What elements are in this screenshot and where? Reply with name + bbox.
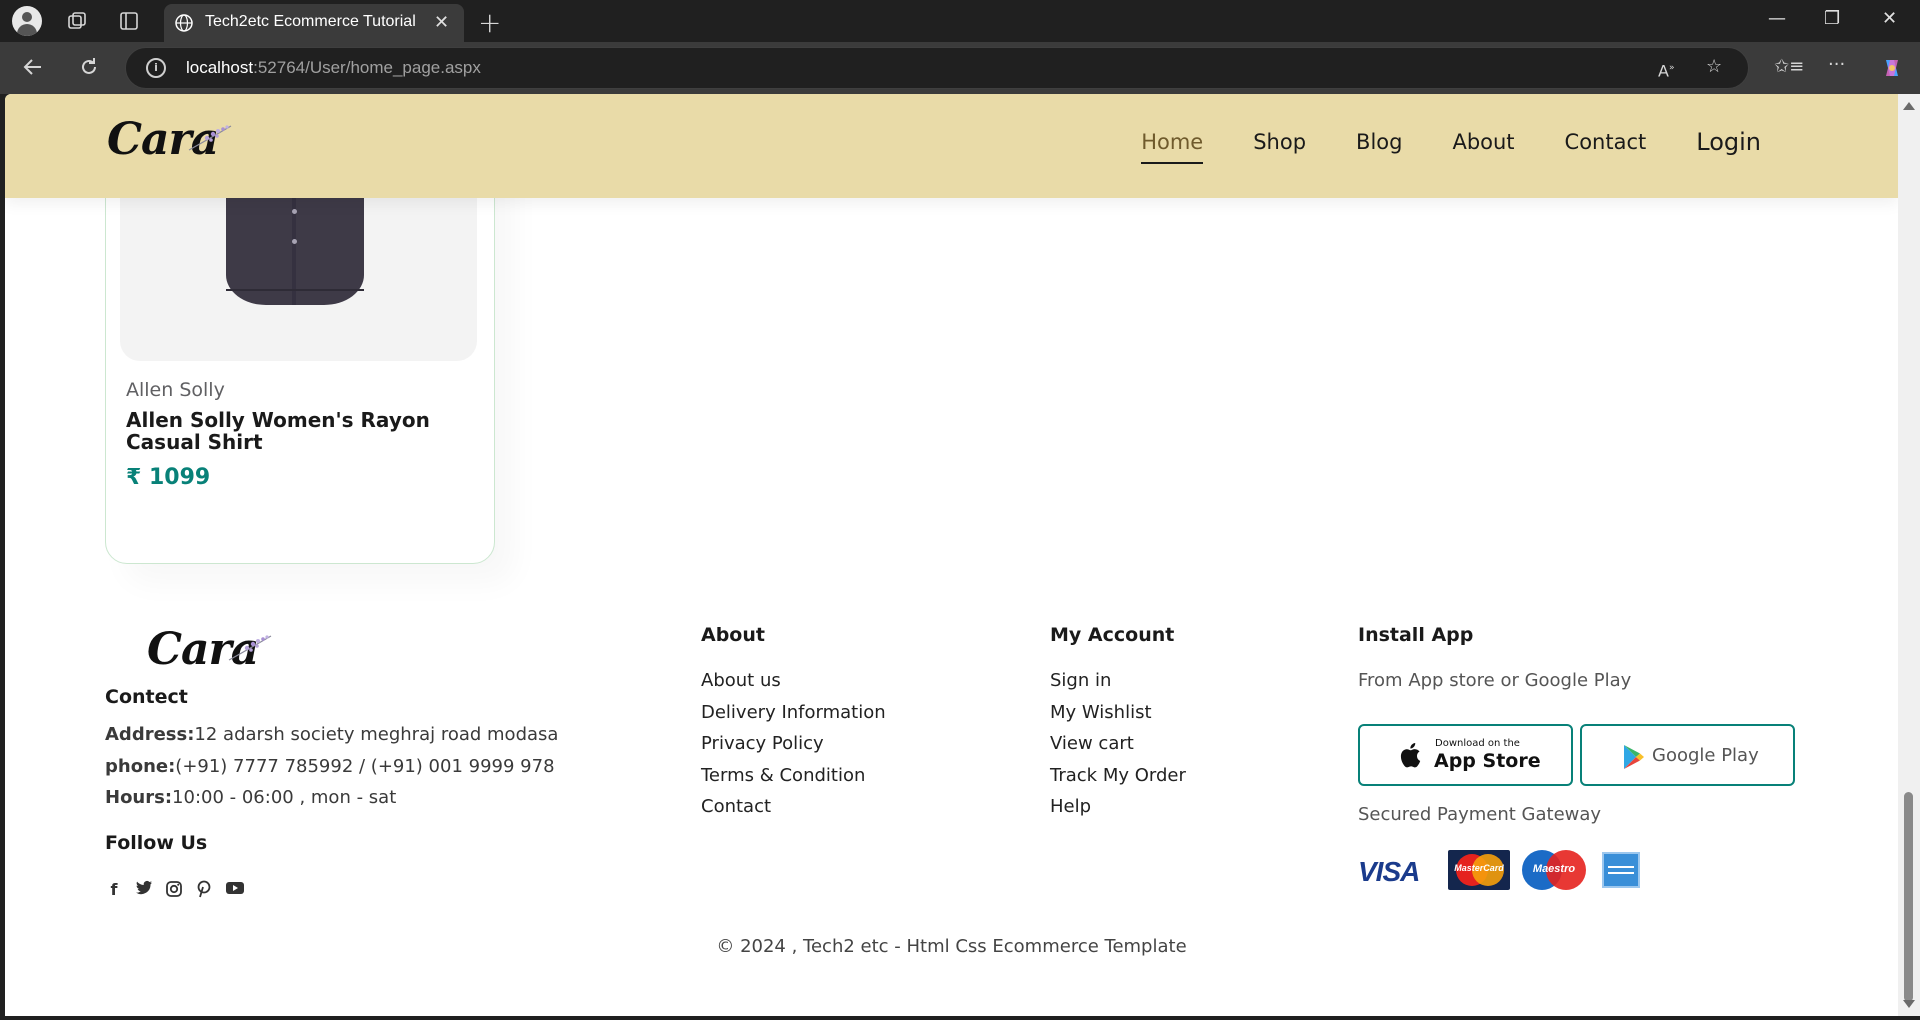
favorite-star-icon[interactable]: ☆ <box>1706 57 1722 77</box>
product-card[interactable]: Allen Solly Allen Solly Women's Rayon Ca… <box>105 144 495 564</box>
nav-login[interactable]: Login <box>1696 128 1761 156</box>
footer-logo[interactable]: Cara <box>147 624 272 675</box>
facebook-icon[interactable]: f <box>105 880 123 900</box>
payment-icons: VISA MasterCard Maestro <box>1358 850 1658 890</box>
follow-heading: Follow Us <box>105 832 208 854</box>
close-tab-icon[interactable]: ✕ <box>434 12 449 33</box>
footer-link-help[interactable]: Help <box>1050 796 1091 817</box>
footer-link-privacy[interactable]: Privacy Policy <box>701 733 824 754</box>
footer-link-delivery[interactable]: Delivery Information <box>701 702 886 723</box>
back-icon[interactable] <box>22 56 44 83</box>
lavender-sprig-icon <box>188 125 232 151</box>
nav-blog[interactable]: Blog <box>1356 130 1402 154</box>
profile-avatar-icon[interactable] <box>12 6 42 36</box>
more-options-icon[interactable]: ··· <box>1828 55 1845 75</box>
address-line: Address:12 adarsh society meghraj road m… <box>105 724 559 745</box>
app-store-button[interactable]: Download on the App Store <box>1358 724 1573 786</box>
apple-icon <box>1400 743 1421 768</box>
install-app-subtext: From App store or Google Play <box>1358 670 1632 691</box>
install-app-heading: Install App <box>1358 624 1474 646</box>
product-brand: Allen Solly <box>126 379 225 401</box>
contact-heading: Contect <box>105 686 188 708</box>
maestro-icon: Maestro <box>1522 850 1586 890</box>
app-store-small-text: Download on the <box>1435 738 1520 749</box>
nav-contact[interactable]: Contact <box>1565 130 1647 154</box>
social-icons: f <box>105 880 244 900</box>
my-account-heading: My Account <box>1050 624 1175 646</box>
product-price: ₹ 1099 <box>126 465 211 490</box>
nav-about[interactable]: About <box>1452 130 1514 154</box>
product-name: Allen Solly Women's Rayon Casual Shirt <box>126 408 430 454</box>
tab-actions-icon[interactable] <box>118 10 140 37</box>
scroll-up-icon[interactable] <box>1903 102 1915 110</box>
footer-link-contact[interactable]: Contact <box>701 796 771 817</box>
refresh-icon[interactable] <box>78 56 100 83</box>
tab-title: Tech2etc Ecommerce Tutorial <box>205 13 416 30</box>
favorites-icon[interactable]: ✩≡ <box>1774 57 1804 77</box>
new-tab-icon[interactable]: + <box>478 6 501 39</box>
minimize-icon[interactable]: — <box>1768 8 1786 29</box>
google-play-label: Google Play <box>1652 745 1759 766</box>
read-aloud-icon[interactable]: A» <box>1658 58 1674 81</box>
browser-tab[interactable]: Tech2etc Ecommerce Tutorial ✕ <box>164 4 464 42</box>
youtube-icon[interactable] <box>225 880 244 900</box>
footer-link-view-cart[interactable]: View cart <box>1050 733 1134 754</box>
url-text[interactable]: localhost:52764/User/home_page.aspx <box>186 58 481 78</box>
footer-link-wishlist[interactable]: My Wishlist <box>1050 702 1152 723</box>
copyright-text: © 2024 , Tech2 etc - Html Css Ecommerce … <box>716 936 1187 957</box>
page-scrollbar[interactable] <box>1898 94 1920 1020</box>
site-header: Cara Home Shop Blog About Contact Login <box>5 94 1898 198</box>
amex-icon <box>1602 852 1640 888</box>
hours-line: Hours:10:00 - 06:00 , mon - sat <box>105 787 397 808</box>
globe-icon <box>175 14 193 32</box>
footer-link-about-us[interactable]: About us <box>701 670 781 691</box>
nav-shop[interactable]: Shop <box>1253 130 1306 154</box>
payment-heading: Secured Payment Gateway <box>1358 804 1602 825</box>
app-store-label: App Store <box>1434 750 1541 772</box>
browser-toolbar: i localhost:52764/User/home_page.aspx A»… <box>0 42 1920 94</box>
google-play-icon <box>1624 745 1644 769</box>
mastercard-icon: MasterCard <box>1448 850 1510 890</box>
phone-line: phone:(+91) 7777 785992 / (+91) 001 9999… <box>105 756 555 777</box>
visa-icon: VISA <box>1358 856 1420 887</box>
nav-home[interactable]: Home <box>1141 130 1204 164</box>
footer-link-track-order[interactable]: Track My Order <box>1050 765 1186 786</box>
address-bar[interactable]: i localhost:52764/User/home_page.aspx A»… <box>125 47 1749 89</box>
google-play-button[interactable]: Google Play <box>1580 724 1795 786</box>
about-heading: About <box>701 624 765 646</box>
page-viewport: Cara Home Shop Blog About Contact Login … <box>5 94 1898 1016</box>
footer-link-terms[interactable]: Terms & Condition <box>701 765 865 786</box>
main-nav: Home Shop Blog About Contact Login <box>1091 128 1761 164</box>
lavender-sprig-icon <box>228 635 272 661</box>
scroll-down-icon[interactable] <box>1903 1000 1915 1008</box>
site-logo[interactable]: Cara <box>107 114 232 165</box>
twitter-icon[interactable] <box>135 880 153 900</box>
restore-icon[interactable]: ❐ <box>1824 8 1840 29</box>
copilot-icon[interactable] <box>1880 56 1904 85</box>
scrollbar-thumb[interactable] <box>1904 792 1913 1002</box>
instagram-icon[interactable] <box>165 880 183 900</box>
site-info-icon[interactable]: i <box>146 58 166 78</box>
close-window-icon[interactable]: ✕ <box>1882 8 1897 29</box>
footer-link-sign-in[interactable]: Sign in <box>1050 670 1111 691</box>
pinterest-icon[interactable] <box>195 880 213 900</box>
workspaces-icon[interactable] <box>66 10 88 37</box>
site-footer: Cara Contect Address:12 adarsh society m… <box>5 614 1898 1014</box>
browser-tab-bar: Tech2etc Ecommerce Tutorial ✕ + — ❐ ✕ <box>0 0 1920 42</box>
